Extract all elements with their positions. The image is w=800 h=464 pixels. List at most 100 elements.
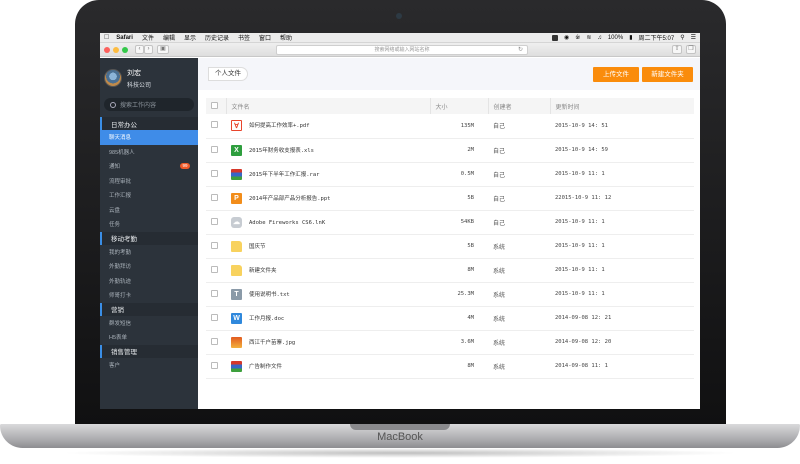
sidebar-item-report[interactable]: 工作汇报 bbox=[100, 188, 198, 203]
menu-edit[interactable]: 编辑 bbox=[163, 33, 175, 42]
zoom-window-button[interactable] bbox=[122, 46, 128, 53]
file-name-cell[interactable]: 广告制作文件 bbox=[226, 354, 430, 379]
sidebar-item-customers[interactable]: 客户 bbox=[100, 358, 198, 373]
battery-icon[interactable]: ▮ bbox=[629, 34, 632, 41]
address-bar[interactable]: 搜索网络或输入网站名称 ↻ bbox=[276, 45, 528, 55]
file-name-cell[interactable]: 新建文件夹 bbox=[226, 258, 430, 283]
row-checkbox[interactable] bbox=[206, 114, 226, 139]
file-name-cell[interactable]: W 工作月报.doc bbox=[226, 306, 430, 331]
row-checkbox[interactable] bbox=[206, 138, 226, 163]
col-header-size[interactable]: 大小 bbox=[429, 98, 488, 114]
menu-window[interactable]: 窗口 bbox=[259, 33, 271, 42]
wifi-icon[interactable]: ≋ bbox=[586, 34, 591, 41]
sidebar-search-input[interactable]: 搜索工作内容 bbox=[104, 98, 194, 111]
menu-view[interactable]: 显示 bbox=[184, 33, 196, 42]
table-row[interactable]: 西江千户苗寨.jpg 3.6M 系统 2014-09-08 12: 20 bbox=[206, 330, 694, 355]
file-name[interactable]: Adobe Fireworks CS6.lnK bbox=[249, 220, 325, 226]
nav-group-attendance[interactable]: 移动考勤 bbox=[100, 231, 198, 245]
tabs-overview-icon[interactable]: ❐ bbox=[686, 45, 696, 54]
table-row[interactable]: W 工作月报.doc 4M 系统 2014-09-08 12: 21 bbox=[206, 306, 694, 331]
new-folder-button[interactable]: 新建文件夹 bbox=[642, 67, 693, 82]
sidebar-toggle-icon[interactable]: ▣ bbox=[157, 45, 169, 54]
apple-icon[interactable]:  bbox=[104, 34, 109, 41]
file-name[interactable]: 2015年财务收支报表.xls bbox=[249, 148, 314, 154]
sidebar-item-sms[interactable]: 群发短信 bbox=[100, 316, 198, 331]
table-row[interactable]: ☁ Adobe Fireworks CS6.lnK 54KB 自己 2015-10-9 … bbox=[206, 210, 694, 235]
col-header-creator[interactable]: 创建者 bbox=[487, 98, 550, 114]
menu-file[interactable]: 文件 bbox=[142, 33, 154, 42]
upload-file-button[interactable]: 上传文件 bbox=[593, 67, 639, 82]
file-name-cell[interactable]: 西江千户苗寨.jpg bbox=[226, 330, 430, 355]
row-checkbox[interactable] bbox=[206, 162, 226, 187]
notification-center-icon[interactable]: ☰ bbox=[691, 34, 696, 41]
file-name[interactable]: 新建文件夹 bbox=[249, 268, 277, 274]
file-name-cell[interactable]: 国庆节 bbox=[226, 234, 430, 259]
reload-icon[interactable]: ↻ bbox=[518, 46, 523, 54]
share-icon[interactable]: ⇧ bbox=[672, 45, 682, 54]
row-checkbox[interactable] bbox=[206, 282, 226, 307]
select-all-checkbox[interactable] bbox=[206, 98, 226, 114]
table-row[interactable]: 广告制作文件 8M 系统 2014-09-08 11: 1 bbox=[206, 354, 694, 379]
sidebar-item-notice[interactable]: 通知 99 bbox=[100, 159, 198, 174]
spotlight-icon[interactable]: ⚲ bbox=[680, 34, 684, 41]
table-row[interactable]: 国庆节 5B 系统 2015-10-9 11: 1 bbox=[206, 234, 694, 259]
sidebar-item-field-visit[interactable]: 外勤拜访 bbox=[100, 259, 198, 274]
sidebar-item-my-attendance[interactable]: 我的考勤 bbox=[100, 245, 198, 260]
close-window-button[interactable] bbox=[104, 46, 110, 53]
bluetooth-icon[interactable]: ※ bbox=[575, 34, 580, 41]
col-header-name[interactable]: 文件名 bbox=[225, 98, 430, 114]
sidebar-item-field-track[interactable]: 外勤轨迹 bbox=[100, 274, 198, 289]
file-name-cell[interactable]: T 使用说明书.txt bbox=[226, 282, 430, 307]
file-name-cell[interactable]: X 2015年财务收支报表.xls bbox=[226, 138, 430, 163]
breadcrumb[interactable]: 个人文件 bbox=[208, 67, 248, 81]
file-name[interactable]: 如何提高工作效率+.pdf bbox=[249, 123, 310, 129]
volume-icon[interactable]: ♫ bbox=[597, 35, 602, 41]
file-name[interactable]: 广告制作文件 bbox=[249, 364, 282, 370]
file-name[interactable]: 2014年产品部产品分析报告.ppt bbox=[249, 196, 331, 202]
back-button[interactable]: ‹ bbox=[135, 45, 144, 54]
table-row[interactable]: 新建文件夹 8M 系统 2015-10-9 11: 1 bbox=[206, 258, 694, 283]
sidebar-item-approval[interactable]: 流程审批 bbox=[100, 174, 198, 189]
row-checkbox[interactable] bbox=[206, 210, 226, 235]
table-row[interactable]: X 2015年财务收支报表.xls 2M 自己 2015-10-9 14: 59 bbox=[206, 138, 694, 163]
table-row[interactable]: P 2014年产品部产品分析报告.ppt 5B 自己 22015-10-9 11: 12 bbox=[206, 186, 694, 211]
file-name-cell[interactable]: ∀ 如何提高工作效率+.pdf bbox=[226, 114, 430, 139]
battery-percent[interactable]: 100% bbox=[608, 35, 623, 41]
menu-help[interactable]: 帮助 bbox=[280, 33, 292, 42]
row-checkbox[interactable] bbox=[206, 354, 226, 379]
table-row[interactable]: ∀ 如何提高工作效率+.pdf 135M 自己 2015-10-9 14: 51 bbox=[206, 114, 694, 139]
sidebar-item-tasks[interactable]: 任务 bbox=[100, 217, 198, 232]
menu-bookmarks[interactable]: 书签 bbox=[238, 33, 250, 42]
menu-safari[interactable]: Safari bbox=[116, 35, 133, 41]
table-row[interactable]: T 使用说明书.txt 25.3M 系统 2015-10-9 11: 1 bbox=[206, 282, 694, 307]
row-checkbox[interactable] bbox=[206, 330, 226, 355]
nav-group-daily-office[interactable]: 日常办公 bbox=[100, 117, 198, 130]
row-checkbox[interactable] bbox=[206, 186, 226, 211]
file-name-cell[interactable]: P 2014年产品部产品分析报告.ppt bbox=[226, 186, 430, 211]
table-row[interactable]: 2015年下半年工作汇报.rar 0.5M 自己 2015-10-9 11: 1 bbox=[206, 162, 694, 187]
sidebar-item-robot[interactable]: 985机器人 bbox=[100, 145, 198, 160]
avatar[interactable] bbox=[104, 69, 122, 87]
nav-group-sales[interactable]: 销售管理 bbox=[100, 344, 198, 358]
clock[interactable]: 周二下午5:07 bbox=[639, 33, 675, 42]
sidebar-item-cloud-disk[interactable]: 云盘 bbox=[100, 203, 198, 218]
file-name[interactable]: 西江千户苗寨.jpg bbox=[249, 340, 295, 346]
sidebar-item-h5-form[interactable]: H5表单 bbox=[100, 330, 198, 345]
profile[interactable]: 刘宏 科技公司 bbox=[100, 58, 198, 98]
file-name[interactable]: 国庆节 bbox=[249, 244, 266, 250]
file-name[interactable]: 使用说明书.txt bbox=[249, 292, 290, 298]
file-name-cell[interactable]: 2015年下半年工作汇报.rar bbox=[226, 162, 430, 187]
row-checkbox[interactable] bbox=[206, 234, 226, 259]
qq-icon[interactable]: ◉ bbox=[564, 34, 569, 41]
minimize-window-button[interactable] bbox=[113, 46, 119, 53]
sidebar-item-check-in[interactable]: 师哥打卡 bbox=[100, 288, 198, 303]
row-checkbox[interactable] bbox=[206, 258, 226, 283]
row-checkbox[interactable] bbox=[206, 306, 226, 331]
file-name[interactable]: 工作月报.doc bbox=[249, 316, 284, 322]
col-header-updated[interactable]: 更新时间 bbox=[549, 98, 694, 114]
status-app-icon[interactable] bbox=[552, 34, 559, 41]
menu-history[interactable]: 历史记录 bbox=[205, 33, 229, 42]
file-name[interactable]: 2015年下半年工作汇报.rar bbox=[249, 172, 320, 178]
sidebar-item-chat[interactable]: 聊天消息 bbox=[100, 130, 198, 145]
forward-button[interactable]: › bbox=[144, 45, 153, 54]
